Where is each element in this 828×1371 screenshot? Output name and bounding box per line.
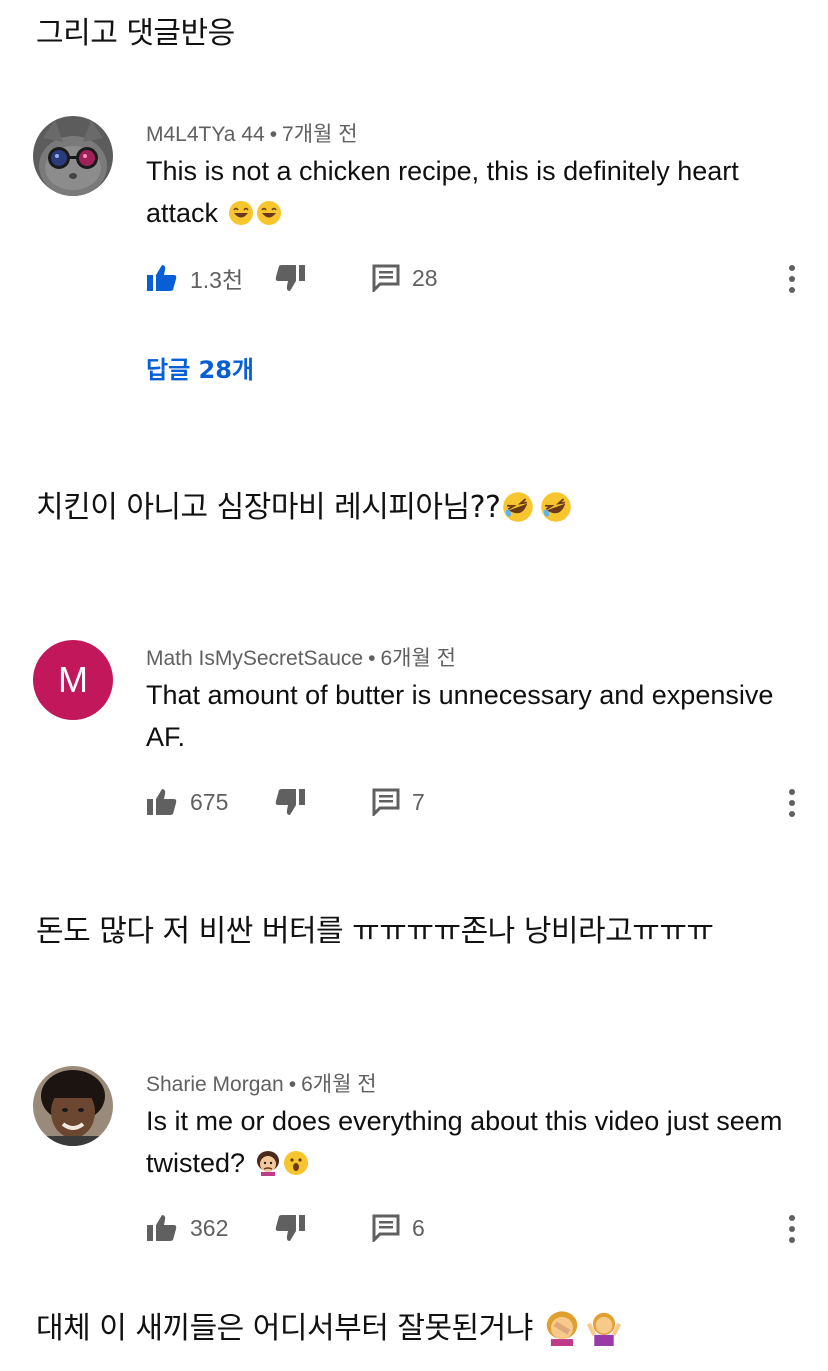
thumbs-up-icon	[147, 789, 177, 815]
comment-text: This is not a chicken recipe, this is de…	[146, 150, 786, 234]
grinning-sweat-emoji	[228, 201, 253, 225]
woman-shrugging-emoji	[586, 1312, 621, 1346]
caption-text: 치킨이 아니고 심장마비 레시피아님??	[36, 490, 501, 525]
thumbs-down-icon	[275, 1215, 305, 1241]
comment-time: 6개월 전	[301, 1073, 377, 1096]
thumbs-up-icon	[147, 265, 177, 291]
reply-icon	[372, 1214, 400, 1242]
comment-actions: 1.3천 28	[146, 258, 806, 298]
reply-count: 6	[412, 1214, 425, 1241]
avatar-letter[interactable]: M	[33, 640, 113, 720]
reply-count: 28	[412, 264, 438, 291]
dislike-button[interactable]	[274, 258, 306, 298]
thumbs-down-icon	[275, 789, 305, 815]
more-vert-icon[interactable]	[780, 788, 804, 818]
caption-where-wrong: 대체 이 새끼들은 어디서부터 잘못된거냐	[36, 1303, 622, 1347]
like-button[interactable]: 1.3천	[146, 258, 243, 298]
caption-heart-attack: 치킨이 아니고 심장마비 레시피아님??	[36, 482, 572, 526]
comment-time: 6개월 전	[380, 647, 456, 670]
comment-meta: Math IsMySecretSauce • 6개월 전	[146, 642, 456, 672]
rolling-laughing-emoji	[541, 492, 572, 522]
reply-icon	[372, 264, 400, 292]
caption-intro: 그리고 댓글반응	[36, 16, 235, 51]
thumbs-up-icon	[147, 1215, 177, 1241]
caption-text: 대체 이 새끼들은 어디서부터 잘못된거냐	[36, 1311, 533, 1346]
rolling-laughing-emoji	[503, 492, 534, 522]
like-button[interactable]: 362	[146, 1208, 228, 1248]
more-vert-icon[interactable]	[780, 264, 804, 294]
dislike-button[interactable]	[274, 1208, 306, 1248]
reply-button[interactable]: 28	[372, 258, 438, 298]
thumbs-down-icon	[275, 265, 305, 291]
hushed-face-emoji	[283, 1151, 308, 1175]
author-name[interactable]: Sharie Morgan	[146, 1073, 284, 1096]
author-name[interactable]: M4L4TYa 44	[146, 123, 265, 146]
comment-meta: M4L4TYa 44 • 7개월 전	[146, 118, 358, 148]
comment-meta: Sharie Morgan • 6개월 전	[146, 1068, 377, 1098]
avatar-cat[interactable]	[33, 116, 113, 196]
meta-separator: •	[269, 123, 278, 146]
comment-text: Is it me or does everything about this v…	[146, 1100, 786, 1184]
comment-actions: 675 7	[146, 782, 806, 822]
comment-text-content: Is it me or does everything about this v…	[146, 1106, 783, 1178]
comment-time: 7개월 전	[282, 123, 358, 146]
like-count: 1.3천	[190, 267, 244, 293]
view-replies-link[interactable]: 답글 28개	[146, 350, 254, 385]
reply-button[interactable]: 7	[372, 782, 425, 822]
author-name[interactable]: Math IsMySecretSauce	[146, 647, 363, 670]
reply-button[interactable]: 6	[372, 1208, 425, 1248]
meta-separator: •	[368, 647, 376, 670]
caption-butter: 돈도 많다 저 비싼 버터를 ㅠㅠㅠㅠ존나 낭비라고ㅠㅠㅠ	[36, 914, 714, 949]
woman-pouting-emoji	[256, 1151, 279, 1176]
reply-icon	[372, 788, 400, 816]
comment-text: That amount of butter is unnecessary and…	[146, 680, 774, 752]
reply-count: 7	[412, 788, 425, 815]
meta-separator: •	[288, 1073, 297, 1096]
more-vert-icon[interactable]	[780, 1214, 804, 1244]
avatar-photo[interactable]	[33, 1066, 113, 1146]
dislike-button[interactable]	[274, 782, 306, 822]
like-count: 362	[190, 1214, 229, 1241]
like-button[interactable]: 675	[146, 782, 228, 822]
woman-facepalm-emoji	[546, 1311, 578, 1346]
like-count: 675	[190, 788, 229, 815]
grinning-sweat-emoji	[256, 201, 281, 225]
comment-actions: 362 6	[146, 1208, 806, 1248]
